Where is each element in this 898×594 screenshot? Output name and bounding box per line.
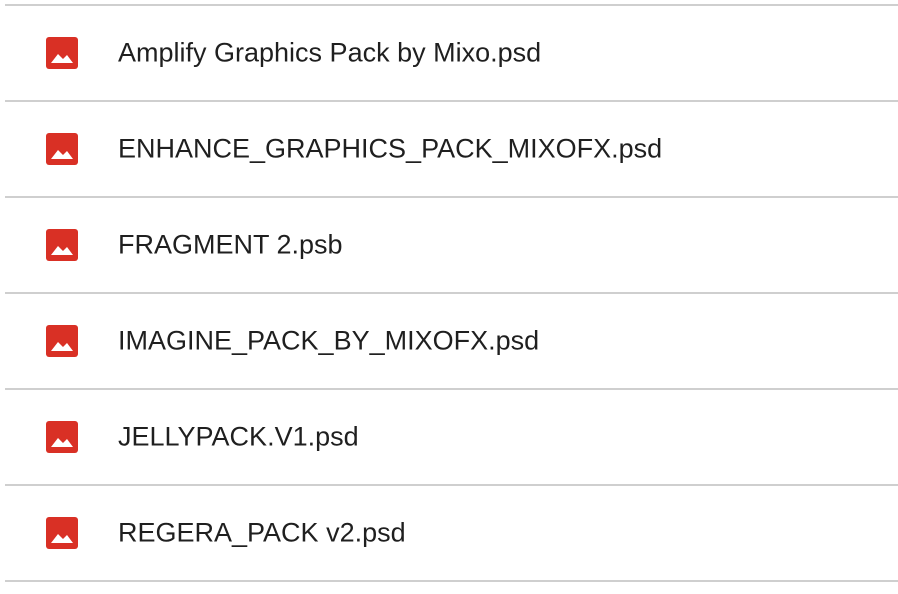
row-divider [5,580,898,582]
image-file-icon [46,517,78,549]
image-file-icon [46,229,78,261]
file-name: Amplify Graphics Pack by Mixo.psd [118,37,542,68]
file-name: ENHANCE_GRAPHICS_PACK_MIXOFX.psd [118,133,663,164]
file-row[interactable]: Amplify Graphics Pack by Mixo.psd [5,6,898,100]
image-file-icon [46,37,78,69]
file-name: IMAGINE_PACK_BY_MIXOFX.psd [118,325,540,356]
file-list: Amplify Graphics Pack by Mixo.psd ENHANC… [0,0,898,594]
file-row[interactable]: REGERA_PACK v2.psd [5,486,898,580]
file-row[interactable]: IMAGINE_PACK_BY_MIXOFX.psd [5,294,898,388]
file-name: FRAGMENT 2.psb [118,229,343,260]
file-name: REGERA_PACK v2.psd [118,517,406,548]
file-row[interactable]: FRAGMENT 2.psb [5,198,898,292]
file-row[interactable]: JELLYPACK.V1.psd [5,390,898,484]
file-name: JELLYPACK.V1.psd [118,421,359,452]
image-file-icon [46,325,78,357]
image-file-icon [46,133,78,165]
file-row[interactable]: ENHANCE_GRAPHICS_PACK_MIXOFX.psd [5,102,898,196]
image-file-icon [46,421,78,453]
